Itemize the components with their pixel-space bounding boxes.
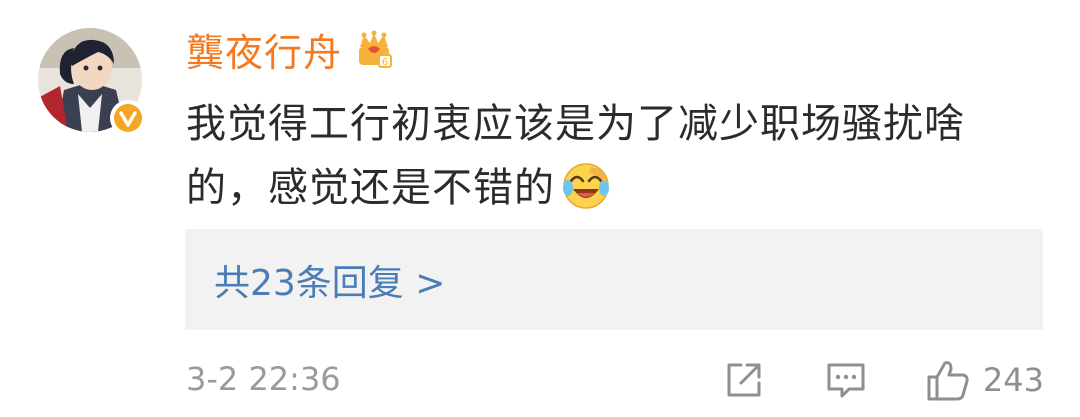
comment-text: 我觉得工行初衷应该是为了减少职场骚扰啥的，感觉还是不错的: [186, 92, 1046, 230]
svg-text:6: 6: [382, 57, 388, 68]
like-count: 243: [982, 361, 1044, 399]
vip-crown-badge-icon[interactable]: 6: [352, 27, 396, 71]
username-row: 龔夜行舟 6: [186, 22, 396, 76]
laughing-tears-emoji: [561, 161, 611, 230]
thumbs-up-icon[interactable]: [925, 357, 971, 403]
view-replies-link[interactable]: 共23条回复 >: [214, 254, 445, 306]
comment-footer: 3-2 22:36 243: [186, 352, 1044, 408]
comment-icon[interactable]: [825, 359, 867, 401]
replies-panel[interactable]: 共23条回复 >: [185, 229, 1043, 330]
share-icon[interactable]: [723, 359, 765, 401]
timestamp: 3-2 22:36: [186, 360, 341, 398]
verified-badge-icon: [110, 100, 146, 136]
username[interactable]: 龔夜行舟: [186, 22, 342, 77]
like-button[interactable]: 243: [925, 357, 1044, 403]
action-bar: 243: [723, 352, 1044, 408]
